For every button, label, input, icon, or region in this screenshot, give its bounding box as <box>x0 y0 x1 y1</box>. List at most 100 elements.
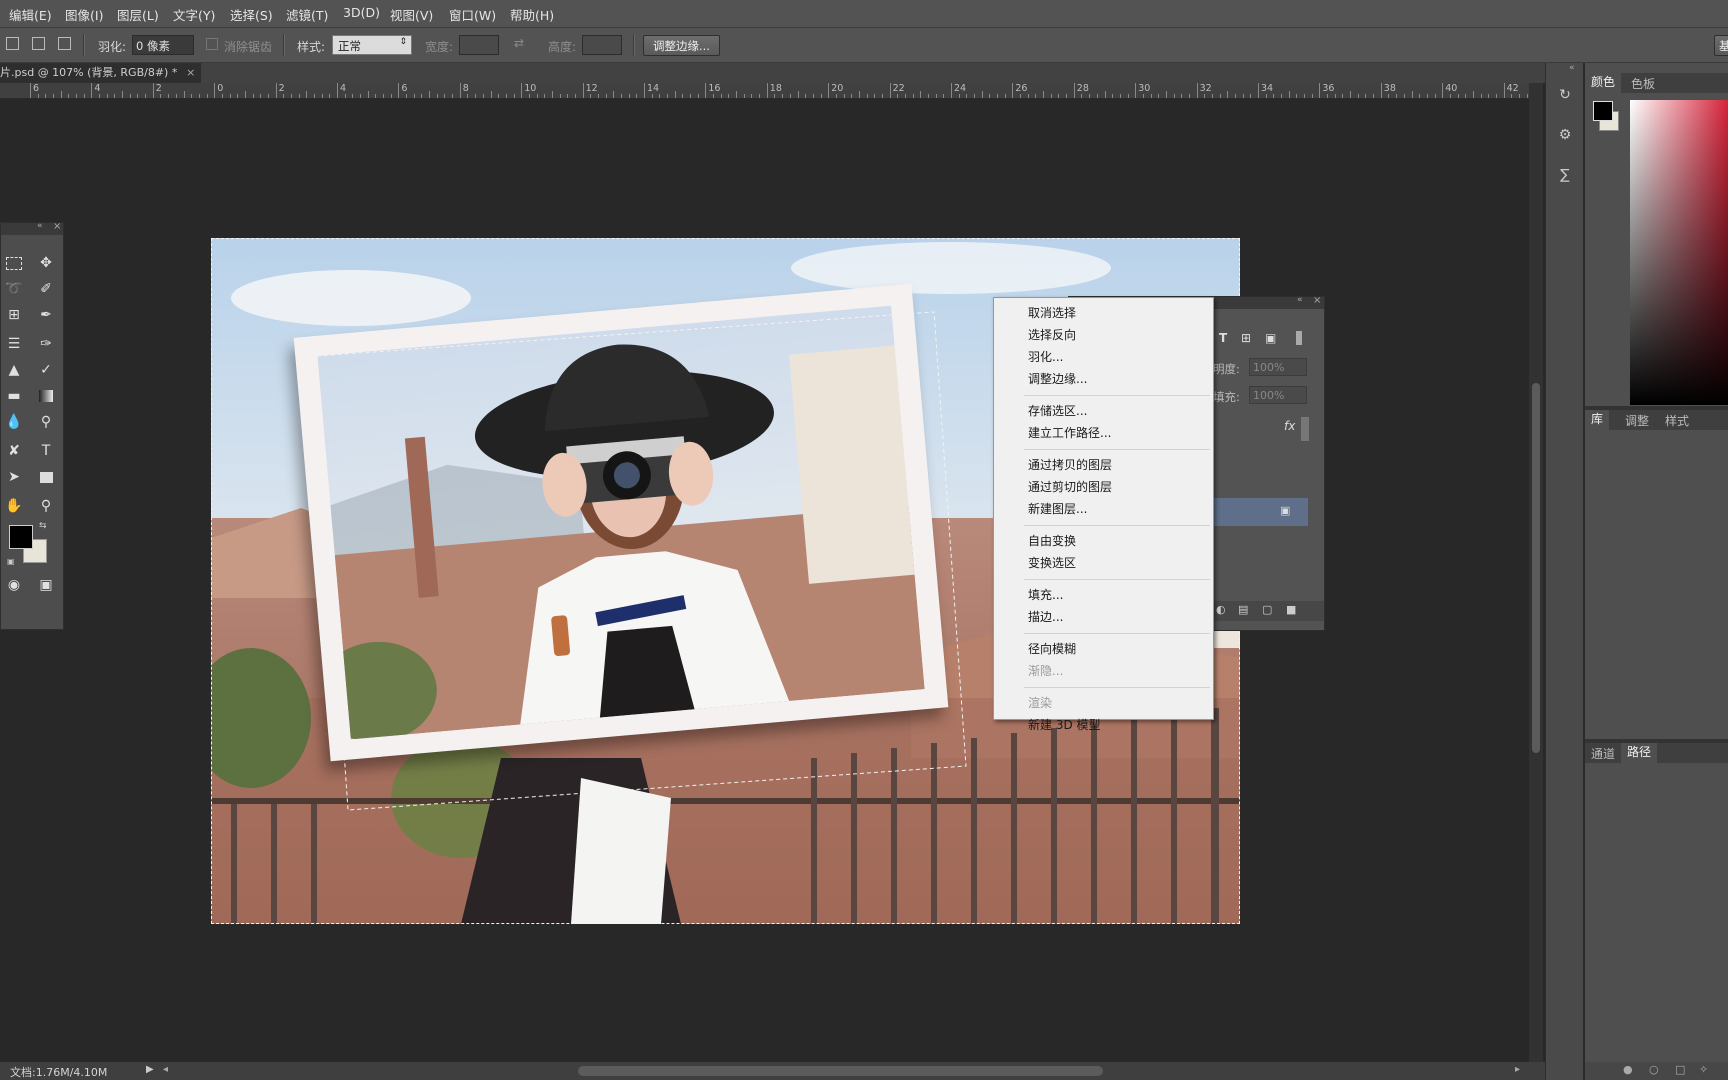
context-menu-item[interactable]: 变换选区 <box>1028 554 1076 571</box>
swap-colors-icon[interactable]: ⇆ <box>39 521 47 531</box>
context-menu-item[interactable]: 建立工作路径... <box>1028 424 1111 441</box>
eyedropper-icon[interactable]: ✒ <box>33 304 59 326</box>
context-menu-item[interactable]: 选择反向 <box>1028 326 1076 343</box>
pen-icon[interactable]: ✘ <box>1 440 27 462</box>
tab-color[interactable]: 颜色 <box>1585 73 1622 93</box>
blur-icon[interactable]: 💧 <box>1 411 27 433</box>
close-icon[interactable]: × <box>1313 295 1321 306</box>
foreground-color-swatch[interactable] <box>9 525 33 549</box>
tab-styles[interactable]: 样式 <box>1659 412 1695 429</box>
move-tool-icon[interactable]: ✥ <box>33 252 59 274</box>
screen-mode-icon[interactable]: ▣ <box>33 574 59 596</box>
status-menu-arrow-icon[interactable]: ▶ <box>146 1064 154 1075</box>
properties-icon[interactable]: ⚙ <box>1555 127 1575 147</box>
load-selection-icon[interactable]: □ <box>1675 1063 1685 1076</box>
horizontal-scroll-thumb[interactable] <box>578 1066 1103 1076</box>
eraser-icon[interactable]: ▬ <box>1 385 27 407</box>
color-foreground-swatch[interactable] <box>1593 101 1613 121</box>
context-menu-item[interactable]: 通过剪切的图层 <box>1028 478 1112 495</box>
rectangular-marquee-icon[interactable] <box>1 252 27 274</box>
healing-brush-icon[interactable]: ☰ <box>1 333 27 355</box>
feather-input[interactable]: 0 像素 <box>132 35 194 55</box>
document-tab[interactable]: 片.psd @ 107% (背景, RGB/8#) * × <box>0 63 202 83</box>
menu-type[interactable]: 文字(Y) <box>173 5 215 24</box>
context-menu-item[interactable]: 存储选区... <box>1028 402 1087 419</box>
opacity-input[interactable]: 100% <box>1249 358 1307 376</box>
type-filter-icon[interactable]: T <box>1219 331 1227 345</box>
new-selection-icon[interactable] <box>6 37 19 50</box>
filter-toggle[interactable] <box>1296 331 1302 345</box>
context-menu-item[interactable]: 自由变换 <box>1028 532 1076 549</box>
context-menu-item[interactable]: 新建图层... <box>1028 500 1087 517</box>
fill-input[interactable]: 100% <box>1249 386 1307 404</box>
path-selection-icon[interactable]: ➤ <box>1 466 27 488</box>
type-tool-icon[interactable]: T <box>33 440 59 462</box>
context-menu-item[interactable]: 调整边缘... <box>1028 370 1087 387</box>
character-icon[interactable]: ∑ <box>1555 167 1575 187</box>
quick-selection-icon[interactable]: ✐ <box>33 278 59 300</box>
rectangle-shape-icon[interactable] <box>33 466 59 488</box>
adjustment-layer-icon[interactable]: ◐ <box>1216 603 1226 616</box>
vertical-scrollbar[interactable] <box>1529 83 1543 1063</box>
swap-icon[interactable]: ⇄ <box>514 36 524 50</box>
menu-view[interactable]: 视图(V) <box>390 5 433 24</box>
crop-icon[interactable]: ⊞ <box>1 304 27 326</box>
vertical-scroll-thumb[interactable] <box>1532 383 1540 753</box>
workspace-button[interactable]: 基 <box>1714 35 1728 56</box>
color-picker-field[interactable] <box>1630 100 1728 405</box>
subtract-selection-icon[interactable] <box>58 37 71 50</box>
menu-3d[interactable]: 3D(D) <box>343 5 380 20</box>
antialias-checkbox[interactable] <box>206 38 218 50</box>
collapse-icon[interactable]: « <box>37 221 43 231</box>
add-to-selection-icon[interactable] <box>32 37 45 50</box>
toolbox-header[interactable]: « × <box>1 221 63 235</box>
menu-filter[interactable]: 滤镜(T) <box>286 5 328 24</box>
smart-object-filter-icon[interactable]: ▣ <box>1265 331 1276 345</box>
history-icon[interactable]: ↻ <box>1555 87 1575 107</box>
layers-scroll-thumb[interactable] <box>1301 417 1309 441</box>
style-select[interactable]: 正常 ⇕ <box>332 35 412 55</box>
tab-adjustments[interactable]: 调整 <box>1619 412 1655 429</box>
layer-fx-label[interactable]: fx <box>1284 419 1295 433</box>
context-menu-item[interactable]: 通过拷贝的图层 <box>1028 456 1112 473</box>
default-colors-icon[interactable]: ▣ <box>7 557 15 566</box>
zoom-icon[interactable]: ⚲ <box>33 495 59 517</box>
tab-paths[interactable]: 路径 <box>1621 743 1658 763</box>
menu-layer[interactable]: 图层(L) <box>117 5 159 24</box>
clone-stamp-icon[interactable]: ▲ <box>1 359 27 381</box>
lasso-icon[interactable]: ➰ <box>1 278 27 300</box>
context-menu-item[interactable]: 填充... <box>1028 586 1063 603</box>
dodge-icon[interactable]: ⚲ <box>33 411 59 433</box>
close-icon[interactable]: × <box>186 63 195 83</box>
height-input[interactable] <box>582 35 622 55</box>
new-layer-icon[interactable]: ▢ <box>1262 603 1272 616</box>
menu-edit[interactable]: 编辑(E) <box>9 5 52 24</box>
quick-mask-icon[interactable]: ◉ <box>1 574 27 596</box>
shape-filter-icon[interactable]: ⊞ <box>1241 331 1251 345</box>
tab-channels[interactable]: 通道 <box>1585 745 1621 762</box>
context-menu-item[interactable]: 取消选择 <box>1028 304 1076 321</box>
folder-icon[interactable]: ▤ <box>1238 603 1248 616</box>
trash-icon[interactable]: ■ <box>1286 603 1296 616</box>
brush-icon[interactable]: ✑ <box>33 333 59 355</box>
context-menu-item[interactable]: 羽化... <box>1028 348 1063 365</box>
close-icon[interactable]: × <box>53 221 61 232</box>
collapse-icon[interactable]: « <box>1569 63 1575 73</box>
stroke-path-icon[interactable]: ○ <box>1649 1063 1659 1076</box>
tab-libraries[interactable]: 库 <box>1585 410 1610 430</box>
menu-window[interactable]: 窗口(W) <box>449 5 496 24</box>
make-work-path-icon[interactable]: ✧ <box>1699 1063 1708 1076</box>
context-menu-item[interactable]: 描边... <box>1028 608 1063 625</box>
gradient-icon[interactable] <box>33 385 59 407</box>
width-input[interactable] <box>459 35 499 55</box>
menu-image[interactable]: 图像(I) <box>65 5 103 24</box>
hand-icon[interactable]: ✋ <box>1 495 27 517</box>
fill-path-icon[interactable]: ● <box>1623 1063 1633 1076</box>
menu-help[interactable]: 帮助(H) <box>510 5 554 24</box>
history-brush-icon[interactable]: ✓ <box>33 359 59 381</box>
scroll-left-icon[interactable]: ◂ <box>163 1064 168 1075</box>
selected-layer-row[interactable]: ▣ <box>1214 498 1308 526</box>
menu-select[interactable]: 选择(S) <box>230 5 273 24</box>
scroll-right-icon[interactable]: ▸ <box>1515 1064 1520 1075</box>
tab-swatches[interactable]: 色板 <box>1625 75 1661 92</box>
